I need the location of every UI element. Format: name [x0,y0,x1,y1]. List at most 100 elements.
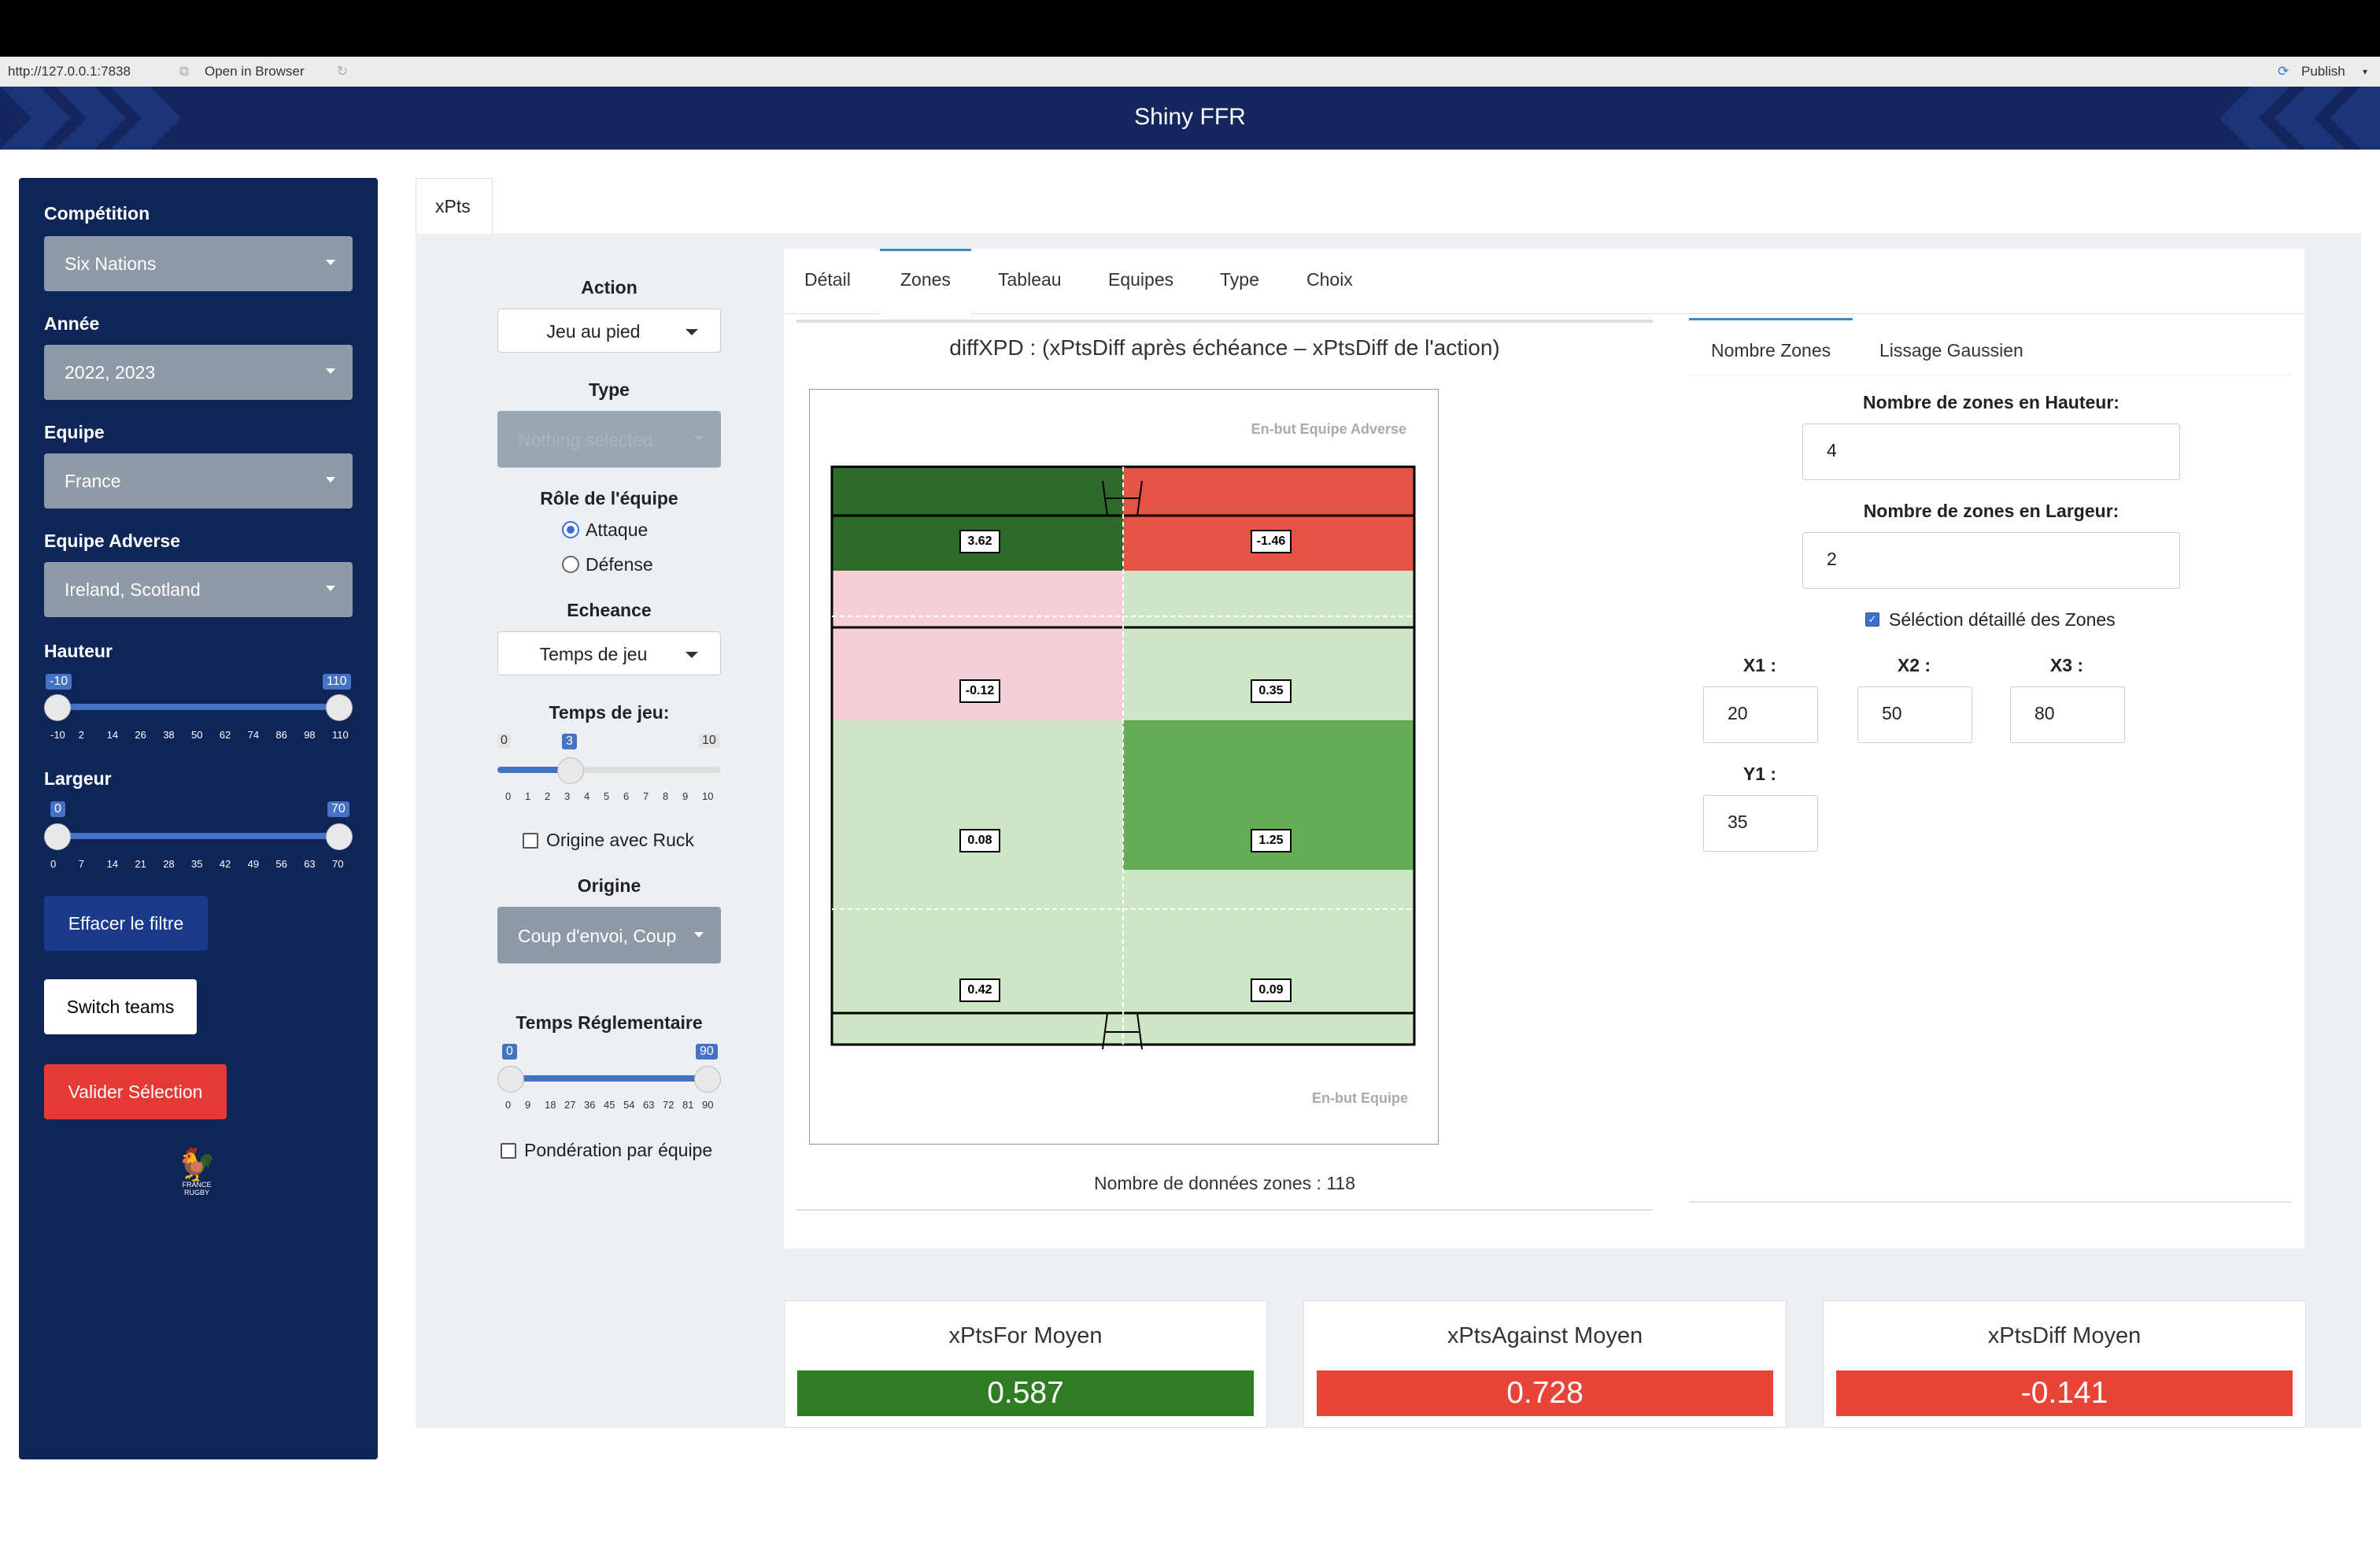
plot-title: diffXPD : (xPtsDiff après échéance – xPt… [949,335,1500,360]
temps-jeu-label: Temps de jeu: [549,702,670,723]
tab-zones[interactable]: Zones [900,269,951,290]
tab-detail[interactable]: Détail [804,269,851,290]
url-text[interactable]: http://127.0.0.1:7838 [8,64,131,80]
publish-button[interactable]: Publish [2301,64,2345,80]
tab-xpts[interactable]: xPts [416,178,493,234]
equipe-select[interactable]: France [44,453,353,509]
temps-jeu-value-bubble: 3 [562,734,577,749]
main-tabbar [416,178,2361,233]
ponderation-checkbox[interactable] [501,1143,516,1159]
temps-reg-track[interactable] [510,1075,707,1082]
slider-tick-label: 9 [682,790,689,802]
equipe-adverse-value: Ireland, Scotland [65,579,201,600]
x2-input[interactable]: 50 [1857,686,1972,743]
switch-teams-button[interactable]: Switch teams [44,979,197,1034]
slider-tick-label: -10 [50,729,65,741]
equipe-adverse-select[interactable]: Ireland, Scotland [44,562,353,617]
origine-select[interactable]: Coup d'envoi, Coup [497,907,721,963]
chevron-down-icon [326,260,335,265]
top-endzone-label: En-but Equipe Adverse [1251,421,1406,437]
origine-label: Origine [577,875,641,896]
largeur-zones-input[interactable]: 2 [1802,532,2180,589]
tab-nombre-zones[interactable]: Nombre Zones [1711,340,1831,361]
largeur-min-handle[interactable] [44,823,71,850]
slider-tick-label: 21 [135,858,146,870]
slider-tick-label: 4 [584,790,590,802]
x2-label: X2 : [1897,655,1931,675]
tab-lissage-gaussien[interactable]: Lissage Gaussien [1879,340,2023,361]
zone-value-label: -0.12 [959,679,1000,703]
x3-input[interactable]: 80 [2010,686,2125,743]
open-browser-icon: ⧉ [179,64,190,79]
open-in-browser-link[interactable]: Open in Browser [205,64,305,80]
bottom-endzone-label: En-but Equipe [1312,1090,1408,1106]
slider-tick-label: 0 [505,790,512,802]
echeance-value: Temps de jeu [539,644,648,664]
chevron-down-icon [694,932,704,938]
hauteur-max-bubble: 110 [323,674,351,690]
origine-ruck-label: Origine avec Ruck [546,830,694,850]
equipe-value: France [65,471,121,491]
zone-rect-1 [832,467,1123,571]
value-xpts-diff: -0.141 [1836,1370,2293,1416]
slider-tick-label: 110 [332,729,349,741]
tab-equipes[interactable]: Equipes [1108,269,1173,290]
competition-value: Six Nations [65,253,157,274]
temps-jeu-handle[interactable] [557,757,584,784]
tab-tableau[interactable]: Tableau [998,269,1062,290]
origine-ruck-checkbox[interactable] [523,833,538,849]
y1-input[interactable]: 35 [1703,795,1818,852]
slider-tick-label: 7 [643,790,649,802]
refresh-icon[interactable]: ↻ [337,64,348,80]
validate-selection-button[interactable]: Valider Sélection [44,1064,227,1119]
annee-value: 2022, 2023 [65,362,156,383]
slider-tick-label: 72 [663,1099,674,1111]
clear-filter-button[interactable]: Effacer le filtre [44,896,208,951]
radio-defense[interactable] [562,556,579,573]
slider-tick-label: 90 [702,1099,714,1111]
zone-value-label: 0.35 [1251,679,1292,703]
slider-tick-label: 49 [247,858,260,870]
hauteur-min-handle[interactable] [44,694,71,721]
largeur-min-bubble: 0 [50,801,65,817]
slider-tick-label: 38 [163,729,175,741]
hauteur-slider-track[interactable] [57,704,338,710]
radio-attaque[interactable] [562,521,579,538]
slider-tick-label: 5 [604,790,610,802]
type-select[interactable]: Nothing selected [497,411,721,468]
type-label: Type [589,379,630,400]
chevron-down-icon [694,436,704,442]
zone-count-text: Nombre de données zones : 118 [1093,1173,1356,1193]
largeur-max-handle[interactable] [326,823,353,850]
hauteur-zones-input[interactable]: 4 [1802,423,2180,480]
slider-tick-label: 50 [191,729,203,741]
plot-box-bottom [796,1209,1653,1211]
temps-reg-max-bubble: 90 [696,1044,718,1060]
slider-tick-label: 27 [564,1099,576,1111]
slider-tick-label: 63 [304,858,316,870]
temps-reg-min-handle[interactable] [497,1066,524,1093]
slider-tick-label: 86 [275,729,287,741]
slider-tick-label: 6 [623,790,630,802]
hauteur-max-handle[interactable] [326,694,353,721]
action-label: Action [581,277,638,298]
slider-tick-label: 18 [545,1099,556,1111]
publish-caret-icon[interactable]: ▾ [2363,66,2367,77]
slider-tick-label: 81 [682,1099,694,1111]
tab-type[interactable]: Type [1220,269,1259,290]
annee-select[interactable]: 2022, 2023 [44,345,353,400]
temps-reg-max-handle[interactable] [694,1066,721,1093]
slider-tick-label: 7 [78,858,85,870]
detail-zones-checkbox[interactable]: ✓ [1865,612,1879,627]
radio-attaque-label: Attaque [586,520,649,540]
x1-input[interactable]: 20 [1703,686,1818,743]
temps-reg-min-bubble: 0 [502,1044,517,1060]
action-select[interactable]: Jeu au pied [497,309,721,353]
x3-label: X3 : [2049,655,2084,675]
largeur-label: Largeur [44,768,112,789]
largeur-slider-track[interactable] [57,833,338,839]
echeance-select[interactable]: Temps de jeu [497,631,721,675]
tab-choix[interactable]: Choix [1306,269,1353,290]
slider-tick-label: 54 [623,1099,635,1111]
competition-select[interactable]: Six Nations [44,236,353,291]
